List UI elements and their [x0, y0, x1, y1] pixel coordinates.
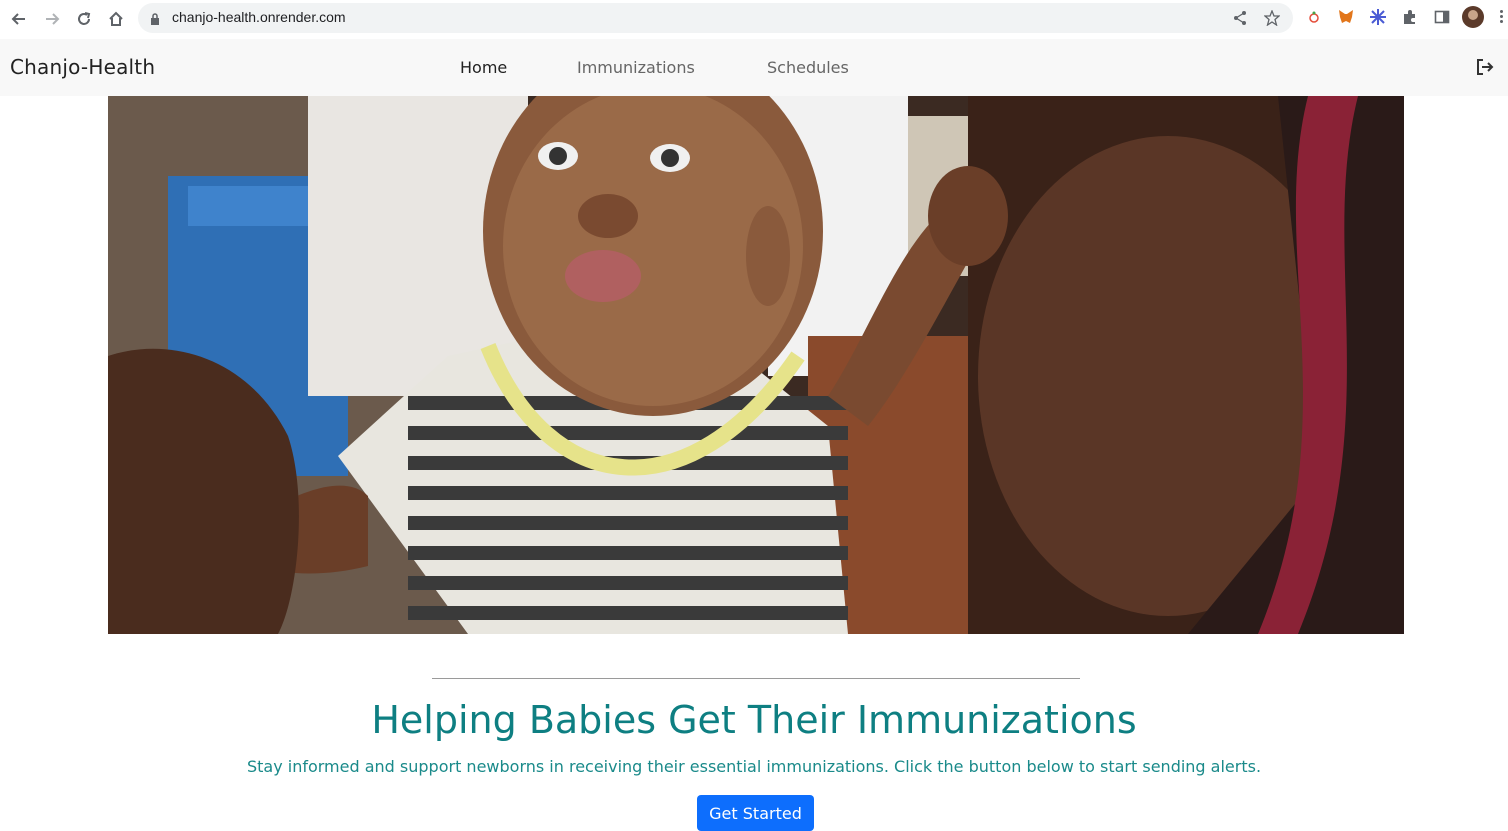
bookmark-star-icon[interactable] — [1263, 9, 1281, 30]
back-icon[interactable] — [7, 7, 31, 31]
extension-pocket-icon[interactable] — [1304, 7, 1324, 27]
puzzle-extensions-icon[interactable] — [1400, 7, 1420, 27]
home-icon[interactable] — [104, 7, 128, 31]
logout-icon[interactable] — [1475, 57, 1495, 77]
brand-logo[interactable]: Chanjo-Health — [10, 55, 155, 79]
section-divider — [432, 678, 1080, 679]
browser-menu-icon[interactable] — [1498, 8, 1504, 28]
side-panel-icon[interactable] — [1432, 7, 1452, 27]
hero-headline: Helping Babies Get Their Immunizations — [371, 698, 1137, 742]
metamask-fox-icon[interactable] — [1336, 7, 1356, 27]
nav-link-immunizations[interactable]: Immunizations — [577, 58, 695, 77]
reload-icon[interactable] — [72, 7, 96, 31]
extension-snowflake-icon[interactable] — [1368, 7, 1388, 27]
profile-avatar[interactable] — [1462, 6, 1484, 28]
share-icon[interactable] — [1232, 10, 1248, 30]
hero-image — [108, 96, 1404, 634]
url-text: chanjo-health.onrender.com — [172, 9, 346, 25]
forward-icon[interactable] — [40, 7, 64, 31]
app-navbar: Chanjo-Health Home Immunizations Schedul… — [0, 39, 1508, 96]
browser-toolbar: chanjo-health.onrender.com — [0, 0, 1508, 38]
address-bar[interactable]: chanjo-health.onrender.com — [138, 3, 1293, 33]
lock-icon — [150, 11, 160, 30]
hero-subtext: Stay informed and support newborns in re… — [246, 757, 1262, 776]
get-started-button[interactable]: Get Started — [697, 795, 814, 831]
nav-link-home[interactable]: Home — [460, 58, 507, 77]
nav-link-schedules[interactable]: Schedules — [767, 58, 849, 77]
